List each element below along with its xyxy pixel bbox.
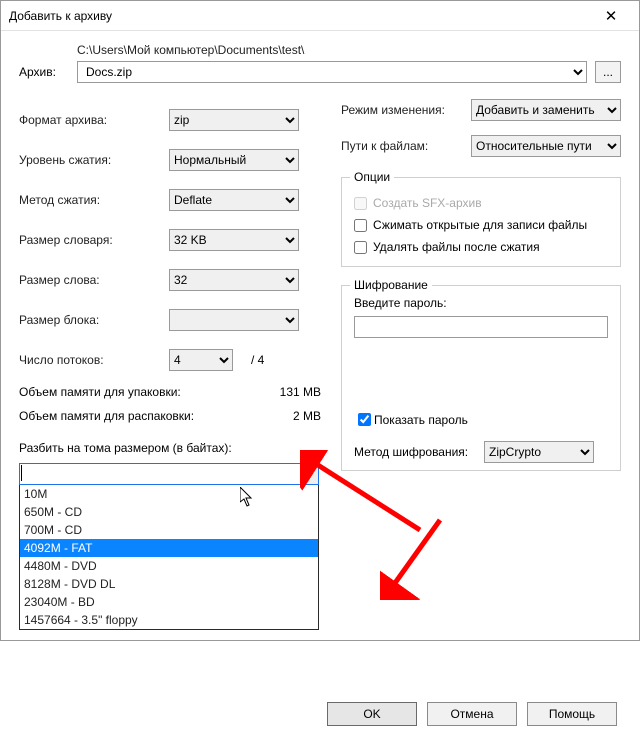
split-option[interactable]: 8128M - DVD DL xyxy=(20,575,318,593)
split-option[interactable]: 4092M - FAT xyxy=(20,539,318,557)
chevron-down-icon xyxy=(306,471,314,477)
split-option[interactable]: 4480M - DVD xyxy=(20,557,318,575)
pack-mem-value: 131 MB xyxy=(259,385,321,399)
window-title: Добавить к архиву xyxy=(9,9,591,23)
format-combo[interactable]: zip xyxy=(169,109,299,131)
add-to-archive-dialog: Добавить к архиву ✕ C:\Users\Мой компьют… xyxy=(0,0,640,641)
split-size-input[interactable] xyxy=(19,463,319,485)
block-label: Размер блока: xyxy=(19,313,169,327)
block-combo[interactable] xyxy=(169,309,299,331)
password-input[interactable] xyxy=(354,316,608,338)
split-dropdown-button[interactable] xyxy=(300,464,318,484)
encryption-legend: Шифрование xyxy=(350,278,432,292)
browse-button[interactable]: ... xyxy=(595,61,621,83)
show-password-label: Показать пароль xyxy=(374,413,468,427)
paths-combo[interactable]: Относительные пути xyxy=(471,135,621,157)
pack-mem-label: Объем памяти для упаковки: xyxy=(19,385,259,399)
close-icon[interactable]: ✕ xyxy=(591,7,631,25)
threads-combo[interactable]: 4 xyxy=(169,349,233,371)
delete-after-label: Удалять файлы после сжатия xyxy=(373,240,540,254)
archive-label: Архив: xyxy=(19,65,77,79)
show-password-checkbox[interactable] xyxy=(358,413,371,426)
mode-label: Режим изменения: xyxy=(341,103,471,117)
enc-method-label: Метод шифрования: xyxy=(354,445,484,459)
method-label: Метод сжатия: xyxy=(19,193,169,207)
split-option[interactable]: 650M - CD xyxy=(20,503,318,521)
cancel-button[interactable]: Отмена xyxy=(427,702,517,726)
level-label: Уровень сжатия: xyxy=(19,153,169,167)
threads-total: / 4 xyxy=(251,353,264,367)
paths-label: Пути к файлам: xyxy=(341,139,471,153)
password-label: Введите пароль: xyxy=(354,296,608,310)
archive-filename-combo[interactable]: Docs.zip xyxy=(77,61,587,83)
sfx-checkbox xyxy=(354,197,367,210)
split-option[interactable]: 10M xyxy=(20,485,318,503)
enc-method-combo[interactable]: ZipCrypto xyxy=(484,441,594,463)
split-dropdown-list[interactable]: 10M650M - CD700M - CD4092M - FAT4480M - … xyxy=(19,485,319,630)
threads-label: Число потоков: xyxy=(19,353,169,367)
word-label: Размер слова: xyxy=(19,273,169,287)
split-option[interactable]: 700M - CD xyxy=(20,521,318,539)
dict-label: Размер словаря: xyxy=(19,233,169,247)
format-label: Формат архива: xyxy=(19,113,169,127)
unpack-mem-value: 2 MB xyxy=(259,409,321,423)
level-combo[interactable]: Нормальный xyxy=(169,149,299,171)
mode-combo[interactable]: Добавить и заменить xyxy=(471,99,621,121)
options-legend: Опции xyxy=(350,170,394,184)
archive-path: C:\Users\Мой компьютер\Documents\test\ xyxy=(77,43,621,57)
unpack-mem-label: Объем памяти для распаковки: xyxy=(19,409,259,423)
titlebar: Добавить к архиву ✕ xyxy=(1,1,639,31)
dict-combo[interactable]: 32 KB xyxy=(169,229,299,251)
method-combo[interactable]: Deflate xyxy=(169,189,299,211)
word-combo[interactable]: 32 xyxy=(169,269,299,291)
split-option[interactable]: 1457664 - 3.5" floppy xyxy=(20,611,318,629)
split-option[interactable]: 23040M - BD xyxy=(20,593,318,611)
delete-after-checkbox[interactable] xyxy=(354,241,367,254)
help-button[interactable]: Помощь xyxy=(527,702,617,726)
split-label: Разбить на тома размером (в байтах): xyxy=(19,441,321,455)
compress-open-label: Сжимать открытые для записи файлы xyxy=(373,218,587,232)
sfx-label: Создать SFX-архив xyxy=(373,196,482,210)
compress-open-checkbox[interactable] xyxy=(354,219,367,232)
ok-button[interactable]: OK xyxy=(327,702,417,726)
